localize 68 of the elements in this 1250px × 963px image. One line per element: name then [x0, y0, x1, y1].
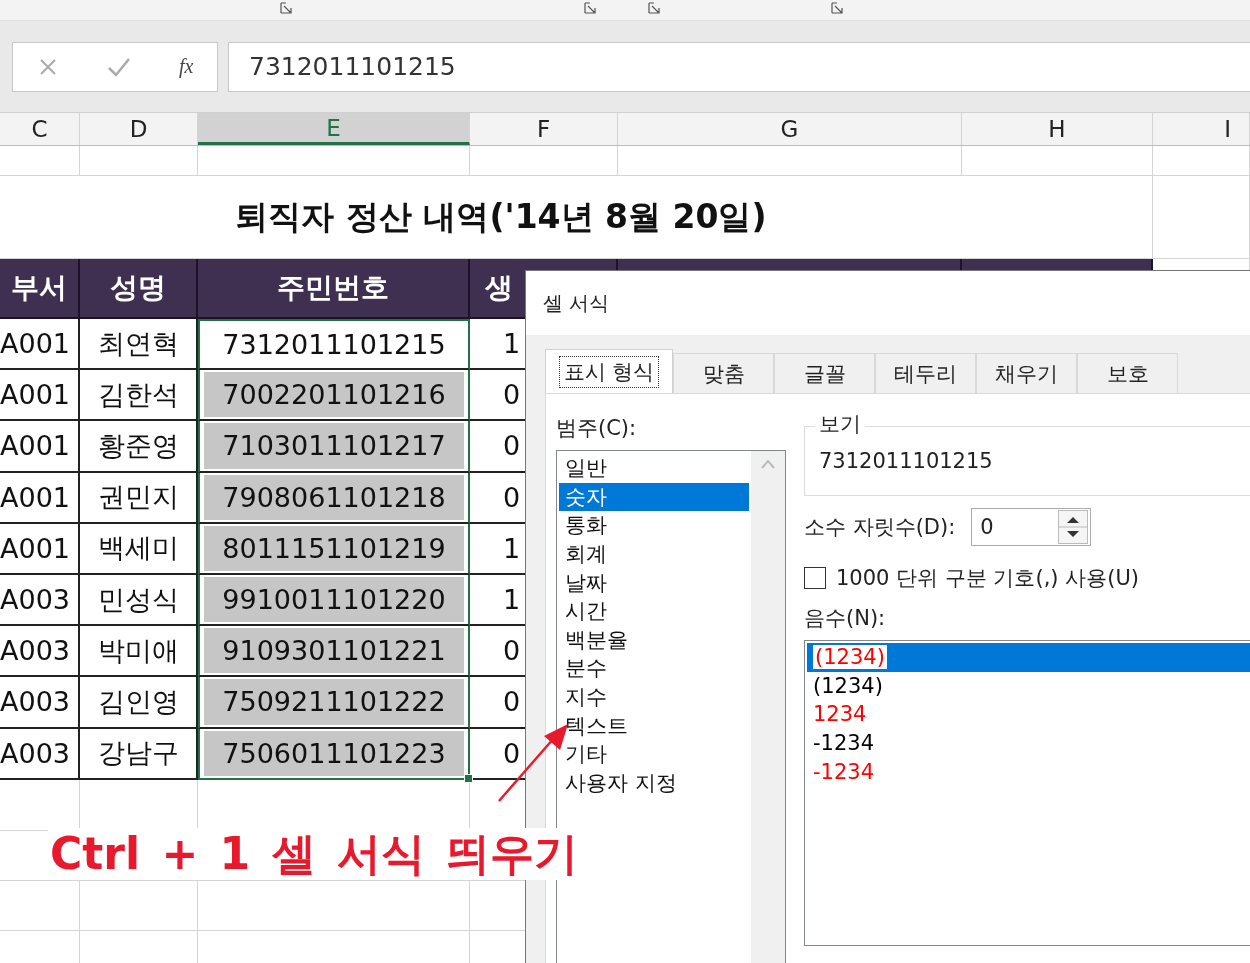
dialog-launcher-icon[interactable]	[584, 2, 596, 14]
category-item[interactable]: 숫자	[559, 482, 749, 512]
table-header: 성명	[80, 259, 198, 319]
negative-format-item[interactable]: (1234)	[807, 643, 1250, 672]
table-cell: 민성식	[80, 574, 198, 627]
table-cell: 강남구	[80, 728, 198, 780]
negative-format-item[interactable]: -1234	[807, 728, 1250, 758]
dialog-tab[interactable]: 보호	[1077, 353, 1178, 393]
selected-cell[interactable]: 7509211101222	[204, 679, 464, 725]
column-header[interactable]: G	[618, 113, 962, 145]
selected-cell[interactable]: 9109301101221	[204, 628, 464, 674]
negative-format-item[interactable]: (1234)	[807, 671, 1250, 701]
dialog-launcher-icon[interactable]	[280, 2, 292, 14]
table-cell: A003	[0, 677, 80, 729]
negative-numbers-label: 음수(N):	[804, 605, 887, 632]
table-cell: 김한석	[80, 370, 198, 422]
table-cell: A001	[0, 421, 80, 473]
column-header[interactable]: E	[198, 113, 470, 145]
format-sample: (1234)	[813, 673, 883, 698]
insert-function-button[interactable]: fx	[178, 55, 194, 78]
table-cell: 백세미	[80, 523, 198, 575]
table-header: 부서	[0, 259, 80, 319]
format-sample: 1234	[813, 702, 867, 727]
formula-field[interactable]: 7312011101215	[228, 41, 1250, 92]
column-header[interactable]: F	[470, 113, 618, 145]
selected-cell[interactable]: 7908061101218	[204, 474, 464, 520]
dialog-tab[interactable]: 표시 형식	[545, 349, 673, 393]
table-header: 주민번호	[198, 259, 470, 319]
dialog-tab[interactable]: 테두리	[875, 353, 976, 393]
column-header[interactable]: H	[962, 113, 1153, 145]
table-cell: A003	[0, 728, 80, 780]
selected-cell[interactable]: 8011151101219	[204, 525, 464, 571]
format-sample: -1234	[813, 731, 875, 756]
separator-label: 1000 단위 구분 기호(,) 사용(U)	[836, 565, 1139, 592]
fill-handle[interactable]	[464, 773, 473, 783]
sample-value: 7312011101215	[819, 449, 993, 473]
decimal-places-field[interactable]: 0	[971, 508, 1092, 546]
negative-numbers-list[interactable]: (1234) (1234) 1234 -1234 -1234	[804, 640, 1250, 946]
selected-cell[interactable]: 7103011101217	[204, 423, 464, 469]
column-header[interactable]: I	[1153, 113, 1250, 145]
format-sample: (1234)	[813, 645, 887, 670]
table-cell: 김인영	[80, 677, 198, 729]
table-cell: A001	[0, 472, 80, 524]
table-cell: A001	[0, 523, 80, 575]
dialog-tab[interactable]: 채우기	[976, 353, 1077, 393]
table-cell: 박미애	[80, 626, 198, 678]
table-cell: A003	[0, 574, 80, 627]
dialog-tab[interactable]: 맞춤	[673, 353, 774, 393]
negative-format-item[interactable]: 1234	[807, 700, 1250, 729]
table-cell: A001	[0, 370, 80, 422]
spinner-arrows-icon[interactable]	[1058, 510, 1089, 544]
dialog-launcher-icon[interactable]	[648, 2, 660, 14]
dialog-launcher-icon[interactable]	[831, 2, 843, 14]
format-sample: -1234	[813, 759, 875, 784]
column-header[interactable]: C	[0, 113, 80, 145]
checkbox[interactable]	[804, 567, 826, 589]
negative-format-item[interactable]: -1234	[807, 757, 1250, 786]
scrollbar[interactable]	[751, 451, 785, 963]
selected-cell[interactable]: 7506011101223	[204, 730, 464, 776]
table-cell: A001	[0, 319, 80, 371]
selected-cell[interactable]: 7002201101216	[204, 372, 464, 418]
decimal-places-label: 소수 자릿수(D):	[804, 514, 956, 541]
table-cell: 최연혁	[80, 319, 198, 371]
selected-cell[interactable]: 9910011101220	[204, 576, 464, 623]
table-cell: A003	[0, 626, 80, 678]
dialog-tab[interactable]: 글꼴	[774, 353, 875, 393]
table-cell: 황준영	[80, 421, 198, 473]
table-cell: 권민지	[80, 472, 198, 524]
